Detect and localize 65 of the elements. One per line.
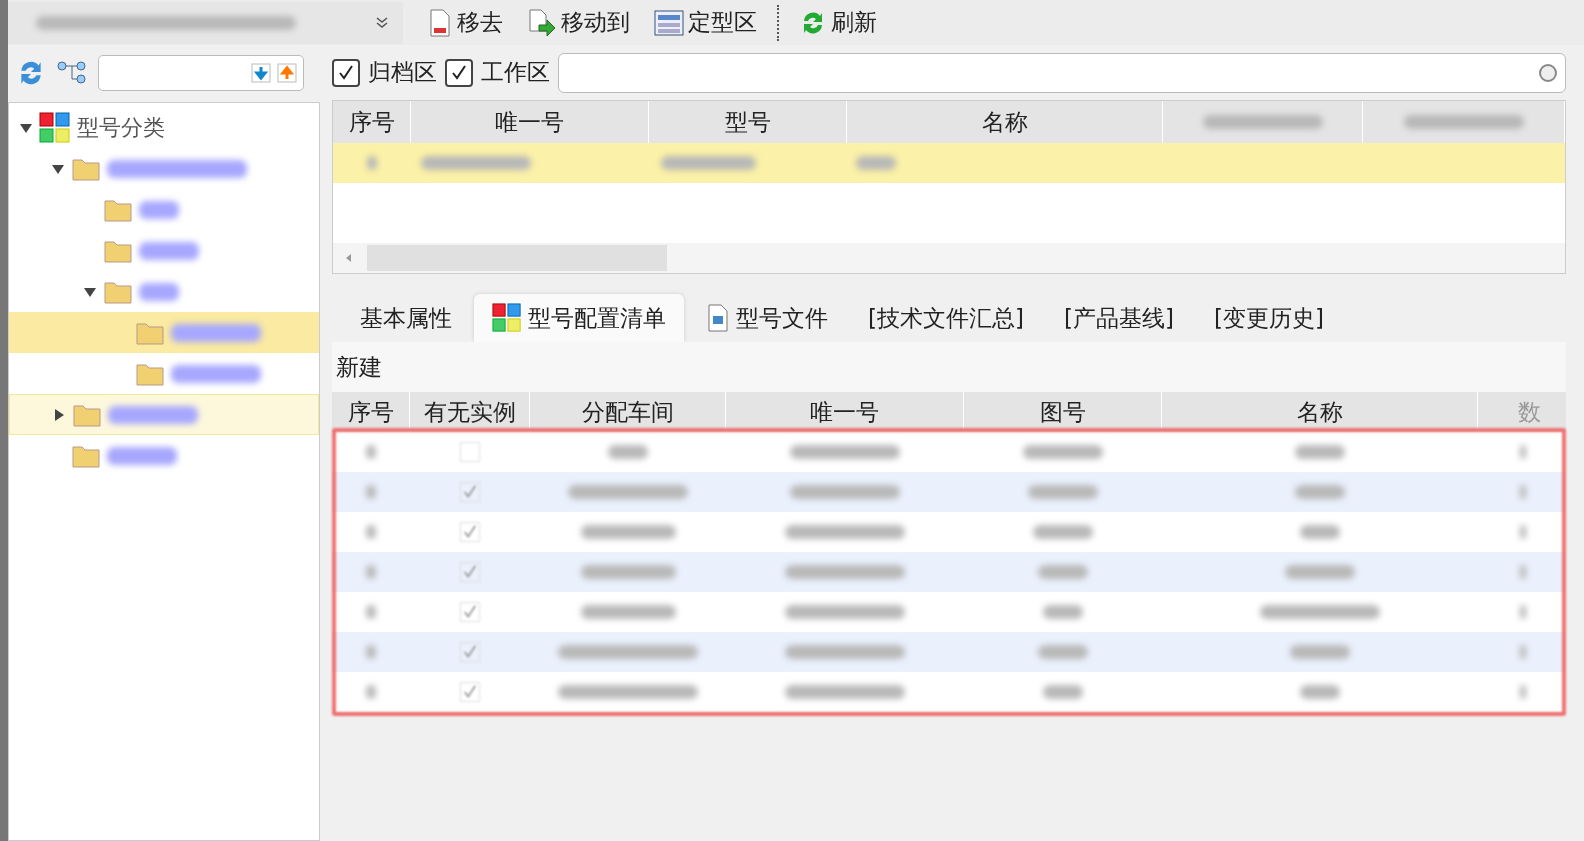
search-field[interactable] (98, 54, 304, 91)
tab[interactable]: [产品基线] (1045, 294, 1192, 342)
color-grid-icon (492, 303, 522, 333)
toolbar-button[interactable]: 刷新 (791, 3, 885, 42)
document-arrow-icon (527, 8, 557, 37)
blurred-text (366, 605, 376, 619)
blurred-text (1520, 685, 1526, 699)
tab[interactable]: [变更历史] (1195, 294, 1342, 342)
blurred-text (1043, 605, 1083, 619)
hierarchy-icon[interactable] (56, 59, 88, 86)
check-icon (337, 63, 355, 82)
blurred-text (1300, 525, 1340, 539)
blurred-text (1520, 565, 1526, 579)
blurred-text (1043, 685, 1083, 699)
toolbar-button[interactable]: 移去 (419, 3, 511, 42)
blurred-text (1290, 645, 1350, 659)
blurred-text (608, 445, 648, 459)
blurred-text (1028, 485, 1098, 499)
new-button[interactable]: 新建 (332, 351, 386, 383)
check-icon (450, 63, 468, 82)
table-row[interactable] (333, 143, 1565, 183)
blurred-text (1520, 645, 1526, 659)
blurred-text (1520, 525, 1526, 539)
tab[interactable]: 型号配置清单 (474, 294, 684, 342)
blurred-text (366, 645, 376, 659)
tab[interactable]: 型号文件 (688, 294, 846, 342)
tree-item[interactable] (9, 312, 319, 353)
checkbox[interactable]: 归档区 (332, 57, 437, 88)
blurred-text (1520, 605, 1526, 619)
blurred-text (1520, 485, 1526, 499)
blurred-text (1033, 525, 1093, 539)
tree-item[interactable]: 型号分类 (9, 107, 319, 148)
blurred-text (139, 200, 179, 219)
search-field[interactable] (558, 52, 1566, 93)
blurred-text (1038, 565, 1088, 579)
document-minus-icon (427, 8, 453, 37)
blurred-text (1285, 565, 1355, 579)
blurred-text (366, 525, 376, 539)
search-icon (1537, 61, 1559, 84)
toolbar-button[interactable]: 定型区 (646, 3, 765, 42)
blurred-text (139, 282, 179, 301)
blurred-text (139, 241, 199, 260)
chevron-icon (375, 15, 389, 30)
toolbar-button[interactable]: 移动到 (519, 3, 638, 42)
checkbox[interactable]: 工作区 (445, 57, 550, 88)
tab[interactable]: 基本属性 (342, 294, 470, 342)
blurred-text (366, 685, 376, 699)
blurred-text (1295, 445, 1345, 459)
document-icon (706, 304, 730, 332)
blurred-text (1520, 445, 1526, 459)
blurred-text (366, 485, 376, 499)
tab[interactable]: [技术文件汇总] (850, 294, 1042, 342)
blurred-text (1038, 645, 1088, 659)
blurred-text (1295, 485, 1345, 499)
combo-box[interactable] (8, 1, 403, 44)
blurred-text (366, 445, 376, 459)
arrow-up-icon[interactable] (277, 62, 297, 83)
color-grid-icon (39, 111, 71, 144)
blurred-text (366, 565, 376, 579)
tree-item[interactable] (9, 394, 319, 435)
blurred-text (1300, 685, 1340, 699)
blurred-text (107, 446, 177, 465)
arrow-down-icon[interactable] (251, 62, 271, 83)
form-window-icon (654, 8, 684, 37)
scrollbar[interactable] (333, 243, 1565, 273)
